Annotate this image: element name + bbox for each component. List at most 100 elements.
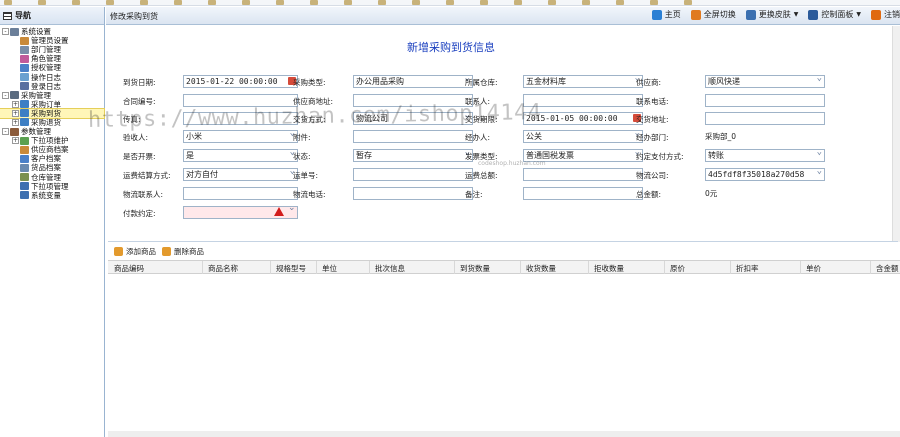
supplier-select[interactable]: 顺风快递 [705,75,825,88]
handler-field: 经办人: 公关 [465,130,643,144]
sidebar-item[interactable]: - 参数管理 [0,127,104,136]
column-divider[interactable] [800,261,801,274]
delivery-deadline-label: 交货期限: [465,114,498,124]
column-divider[interactable] [454,261,455,274]
sidebar-item-label: 采购管理 [21,90,51,100]
arrival-date-input[interactable]: 2015-01-22 00:00:00 [183,75,298,88]
column-divider[interactable] [588,261,589,274]
handler-label: 经办人: [465,132,491,142]
fax-label: 传真: [123,114,141,124]
is-invoiced-select[interactable]: 是 [183,149,298,162]
toolbar-action-button[interactable]: 主页 [651,9,681,20]
dropdown-manage-icon [20,182,29,191]
logistics-phone-input[interactable] [353,187,473,200]
grid-column-header[interactable]: 单价 [806,263,821,274]
purchase-type-select[interactable]: 办公用品采购 [353,75,473,88]
logistics-contact-input[interactable] [183,187,298,200]
sidebar-item[interactable]: 下拉项管理 [0,182,104,191]
column-divider[interactable] [369,261,370,274]
contract-no-input[interactable] [183,94,298,107]
column-divider[interactable] [520,261,521,274]
warehouse-select[interactable]: 五金材料库 [523,75,643,88]
delivery-deadline-input[interactable]: 2015-01-05 00:00:00 [523,112,643,125]
sidebar-item[interactable]: + 采购到货 [0,107,105,119]
sidebar-item[interactable]: 部门管理 [0,45,104,54]
sidebar-item[interactable]: 系统变量 [0,191,104,200]
grid-column-header[interactable]: 折扣率 [736,263,759,274]
status-select[interactable]: 暂存 [353,149,473,162]
column-divider[interactable] [730,261,731,274]
sidebar-item[interactable]: 货品档案 [0,163,104,172]
grid-column-header[interactable]: 规格型号 [276,263,306,274]
column-divider[interactable] [202,261,203,274]
payment-method-field: 约定支付方式: 转账 [636,149,825,163]
grid-column-header[interactable]: 拒收数量 [594,263,624,274]
sidebar-item[interactable]: - 采购管理 [0,91,104,100]
sidebar-item-label: 采购到货 [31,108,61,118]
grid-column-header[interactable]: 原价 [670,263,685,274]
sidebar-item[interactable]: + 下拉项维护 [0,136,104,145]
collapse-icon[interactable]: - [2,128,9,136]
toolbar-action-button[interactable]: 全屏切换 [690,9,736,20]
attachment-label: 附件: [293,132,311,142]
arrival-date-label: 到货日期: [123,77,156,87]
grid-column-header[interactable]: 收货数量 [526,263,556,274]
freight-settlement-select[interactable]: 对方自付 [183,168,298,181]
add-goods-button[interactable]: 添加商品 [114,246,156,257]
sidebar-item[interactable]: 授权管理 [0,63,104,72]
grid-column-header[interactable]: 含金额 [876,263,899,274]
grid-column-header[interactable]: 单位 [322,263,337,274]
sidebar-item[interactable]: + 采购退货 [0,118,104,127]
grid-toolbar: 添加商品 删除商品 [106,243,204,260]
collapse-icon[interactable]: - [2,28,9,36]
toolbar-action-button[interactable]: 控制面板 ▼ [808,9,861,20]
vertical-scrollbar[interactable] [892,26,900,242]
sidebar-item[interactable]: 角色管理 [0,54,104,63]
expand-icon[interactable]: + [12,100,19,108]
delete-goods-button[interactable]: 删除商品 [162,246,204,257]
contact-input[interactable] [523,94,643,107]
attachment-input[interactable] [353,130,473,143]
remarks-input[interactable] [523,187,643,200]
toolbar-action-button[interactable]: 更换皮肤 ▼ [745,9,798,20]
grid-column-header[interactable]: 商品编码 [114,263,144,274]
sidebar-item[interactable]: - 系统设置 [0,27,104,36]
grid-column-header[interactable]: 批次信息 [375,263,405,274]
expand-icon[interactable]: + [12,137,19,145]
column-divider[interactable] [270,261,271,274]
sidebar-item[interactable]: + 采购订单 [0,100,104,109]
payment-method-label: 约定支付方式: [636,151,684,161]
delivery-method-select[interactable]: 物流公司 [353,112,473,125]
grid-column-header[interactable]: 到货数量 [460,263,490,274]
column-divider[interactable] [664,261,665,274]
freight-total-input[interactable] [523,168,643,181]
waybill-no-input[interactable] [353,168,473,181]
logistics-company-label: 物流公司: [636,170,669,180]
control-panel-icon [808,9,819,20]
expand-icon[interactable]: + [12,118,19,126]
horizontal-scrollbar[interactable] [108,431,900,437]
sidebar-item[interactable]: 登录日志 [0,82,104,91]
supplier-address-input[interactable] [353,94,473,107]
menu-icon [3,11,12,20]
grid-column-header[interactable]: 商品名称 [208,263,238,274]
column-divider[interactable] [870,261,871,274]
fax-input[interactable] [183,112,298,125]
receiver-select[interactable]: 小米 [183,130,298,143]
sidebar-item[interactable]: 操作日志 [0,72,104,82]
sidebar-item[interactable]: 仓库管理 [0,173,104,182]
column-divider[interactable] [316,261,317,274]
payment-method-select[interactable]: 转账 [705,149,825,162]
toolbar-action-label: 控制面板 [821,10,854,19]
contact-phone-input[interactable] [705,94,825,107]
toolbar-action-button[interactable]: 注销 [871,9,900,20]
expand-icon[interactable]: + [12,109,19,117]
logistics-company-select[interactable]: 4d5fdf8f35018a270d58 [705,168,825,181]
delivery-address-input[interactable] [705,112,825,125]
handler-select[interactable]: 公关 [523,130,643,143]
sidebar-item[interactable]: 供应商档案 [0,145,104,154]
chevron-down-icon[interactable]: ⌄ [288,203,296,213]
sidebar-item[interactable]: 管理员设置 [0,36,104,45]
collapse-icon[interactable]: - [2,91,9,99]
warehouse-field: 所属仓库: 五金材料库 [465,75,643,89]
